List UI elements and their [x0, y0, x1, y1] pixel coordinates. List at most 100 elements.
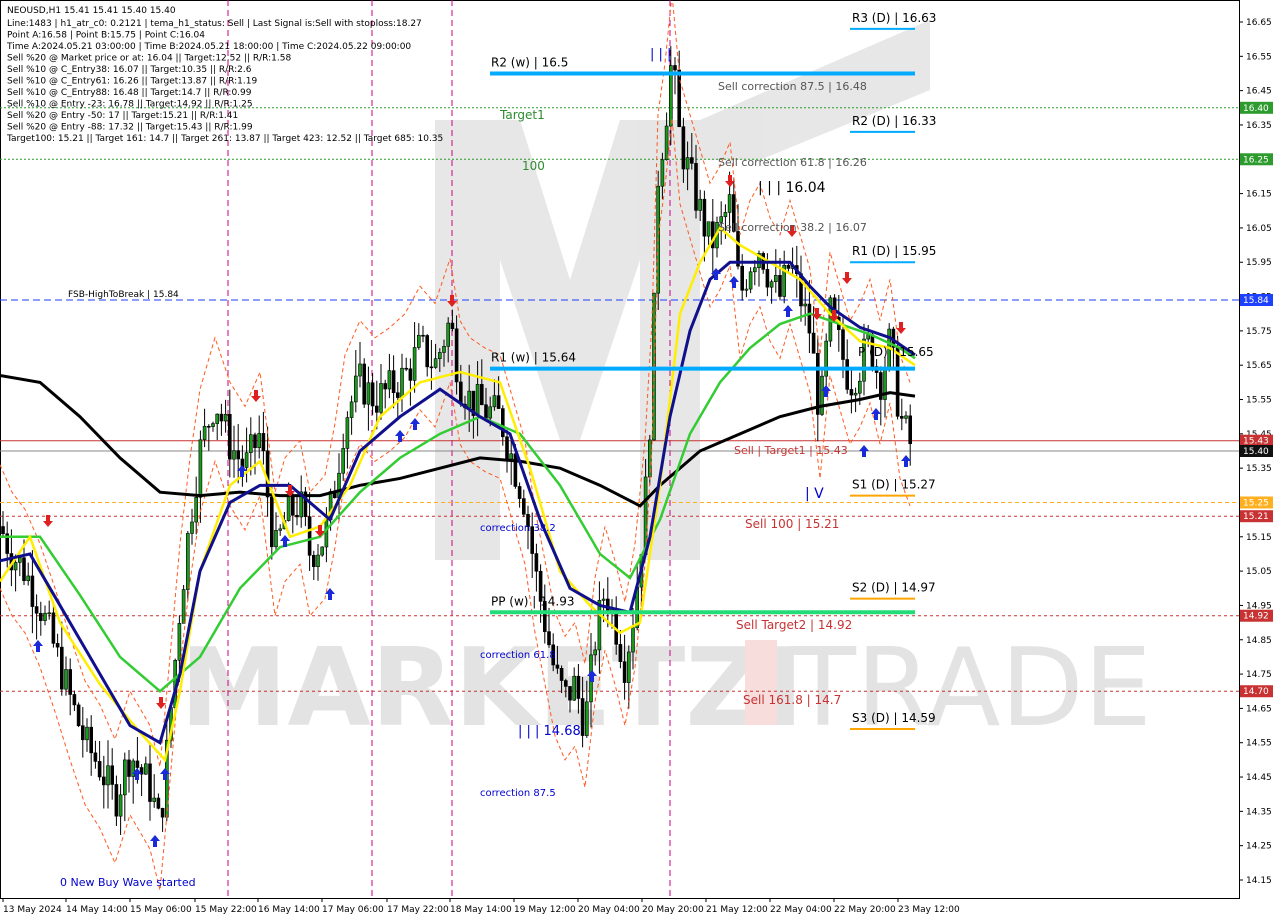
candle-body-down	[500, 408, 505, 438]
candle-body-up	[904, 415, 908, 419]
info-line-6: Sell %10 @ C_Entry88: 16.48 || Target:14…	[7, 88, 252, 98]
candle	[412, 322, 417, 393]
candle	[118, 784, 123, 836]
candle-body-down	[135, 760, 140, 768]
candle-body-down	[383, 383, 388, 390]
candle-body-up	[64, 669, 68, 690]
symbol-header: NEOUSD,H1 15.41 15.41 15.40 15.40	[7, 6, 176, 16]
candle-body-up	[492, 395, 497, 408]
candle-body-up	[349, 401, 354, 418]
candle-body-up	[190, 521, 194, 534]
candle-body-up	[244, 452, 249, 468]
candle-body-up	[446, 322, 451, 347]
price-badge-label: 14.70	[1243, 687, 1269, 697]
candle	[404, 357, 409, 372]
candle-body-up	[223, 414, 228, 422]
candle	[664, 112, 669, 161]
candle-body-down	[81, 725, 85, 741]
candle	[202, 408, 207, 448]
sell-arrow-10	[842, 272, 852, 284]
y-tick-label: 15.05	[1246, 567, 1272, 577]
candle-body-up	[400, 367, 404, 398]
candle-body-up	[773, 275, 778, 283]
candle-body-up	[26, 575, 31, 582]
sell-arrow-0	[43, 515, 53, 527]
info-line-8: Sell %20 @ Entry -50: 17 || Target:15.21…	[7, 111, 238, 121]
candle-body-up	[106, 765, 110, 786]
r2-daily-label: R2 (D) | 16.33	[852, 114, 936, 128]
candle-body-up	[437, 352, 442, 360]
candle	[303, 486, 308, 527]
candle-body-up	[416, 334, 421, 348]
candle	[144, 756, 148, 775]
candle-body-up	[257, 433, 262, 449]
candle-body-up	[820, 375, 824, 415]
candle-body-down	[395, 392, 400, 398]
candle-body-down	[458, 381, 463, 405]
watermark-text: MARKETZI	[180, 626, 804, 751]
info-line-1: Point A:16.58 | Point B:15.75 | Point C:…	[7, 31, 205, 41]
y-tick-label: 14.15	[1246, 876, 1272, 886]
candle	[160, 807, 165, 832]
y-tick-label: 16.15	[1246, 190, 1272, 200]
x-tick-label: 15 May 22:00	[195, 905, 257, 915]
price-badge-label: 15.40	[1243, 447, 1269, 457]
candle-body-down	[370, 382, 375, 407]
candle-body-down	[677, 69, 682, 128]
candle	[521, 489, 526, 518]
candle-body-up	[593, 649, 598, 656]
candle-body-down	[1, 526, 5, 535]
candle	[148, 744, 152, 821]
candle-body-down	[68, 669, 72, 695]
candle	[223, 399, 228, 433]
candle-body-down	[484, 404, 488, 419]
candle	[190, 508, 194, 545]
candle	[332, 480, 337, 499]
candle-body-up	[387, 370, 392, 390]
buy-arrow-7	[395, 430, 405, 442]
candle-body-down	[156, 797, 161, 809]
candle	[127, 750, 131, 793]
s2-daily-label: S2 (D) | 14.97	[852, 581, 936, 595]
pp-weekly-label: PP (w) | 14.93	[491, 594, 575, 608]
candle-body-up	[433, 358, 438, 368]
x-tick-label: 22 May 04:00	[770, 905, 832, 915]
candle	[152, 774, 156, 808]
candle	[38, 601, 43, 636]
candle-body-up	[366, 382, 371, 405]
candle-body-down	[618, 644, 623, 663]
candle	[274, 512, 278, 552]
candle-body-down	[408, 368, 413, 381]
buy-arrow-14	[859, 445, 869, 457]
candle-body-up	[198, 439, 203, 498]
candle	[228, 389, 232, 478]
candle-body-up	[803, 303, 808, 307]
candle	[706, 221, 711, 245]
candle-body-up	[442, 346, 446, 353]
candle-body-down	[34, 606, 39, 614]
candle	[34, 594, 39, 640]
y-tick-label: 16.65	[1246, 18, 1272, 28]
x-tick-label: 17 May 06:00	[322, 905, 384, 915]
candle-body-up	[278, 528, 283, 531]
candle	[43, 605, 47, 626]
candle-body-up	[320, 546, 325, 556]
candle-body-down	[605, 598, 610, 612]
candle-body-down	[102, 776, 106, 786]
candle-body-up	[572, 675, 577, 701]
candle-body-up	[274, 530, 278, 548]
candle-body-up	[723, 212, 728, 217]
candle	[534, 543, 539, 592]
candle-body-up	[631, 627, 635, 653]
candle-body-down	[547, 631, 551, 646]
x-tick-label: 18 May 14:00	[450, 905, 512, 915]
r2-weekly-label: R2 (w) | 16.5	[491, 55, 568, 69]
candle-body-down	[689, 157, 694, 164]
candle-body-down	[479, 384, 484, 406]
candle	[429, 339, 434, 390]
candle	[215, 413, 219, 441]
candle-body-up	[727, 194, 732, 213]
candle-body-down	[681, 126, 686, 170]
candle	[370, 373, 375, 415]
candle	[269, 486, 274, 560]
